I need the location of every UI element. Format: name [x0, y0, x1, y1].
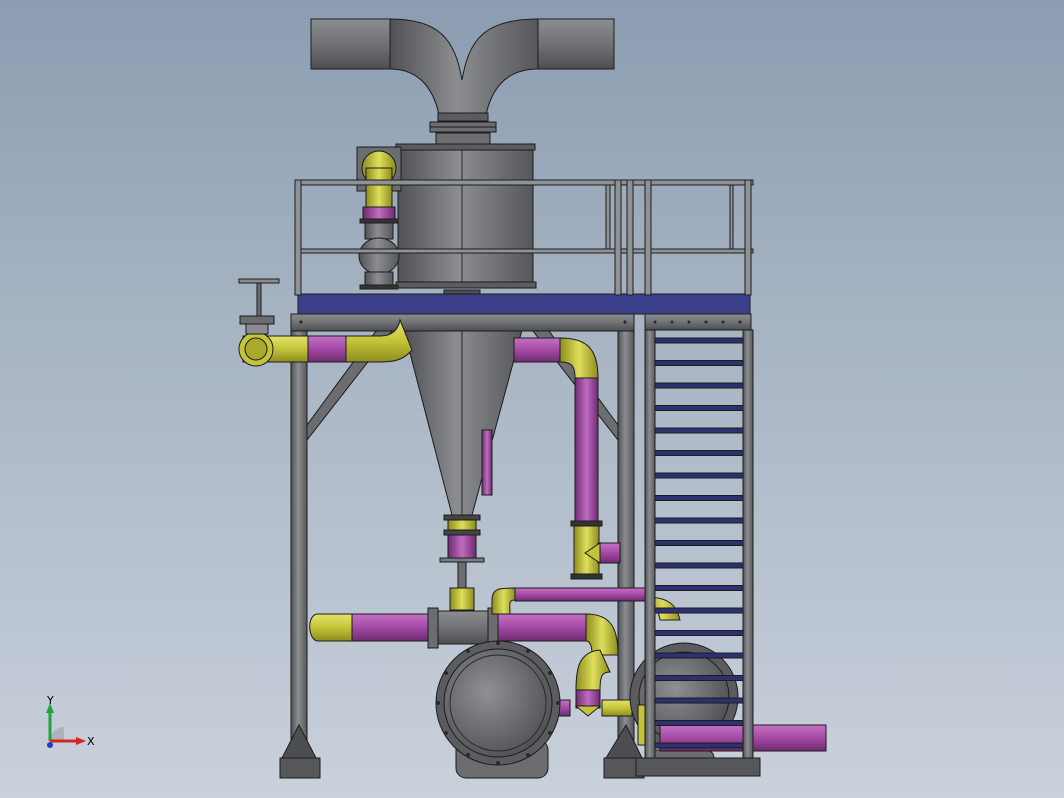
stair-tread [654, 630, 744, 636]
z-axis-point [47, 742, 53, 748]
stair-tread [654, 495, 744, 501]
stair-tread [654, 562, 744, 569]
stair-tread [654, 517, 744, 524]
stair-tread [654, 675, 744, 681]
stair-tread [654, 450, 744, 456]
stair-tread [654, 337, 744, 344]
stair-tread [654, 427, 744, 434]
equipment-model[interactable] [0, 0, 1064, 798]
stair-tread [654, 360, 744, 366]
pressure-vessel[interactable] [435, 640, 561, 779]
inlet-riser-pipe [356, 146, 402, 290]
stair-tread [654, 585, 744, 591]
stair-tread [654, 697, 744, 704]
cad-viewport[interactable]: Y X [0, 0, 1064, 798]
stair-tread [654, 742, 744, 749]
x-axis-arrow [76, 737, 86, 745]
stair-tread [654, 540, 744, 546]
x-axis-label: X [87, 735, 95, 748]
stair-tread [654, 652, 744, 659]
y-axis-label: Y [46, 695, 54, 707]
stair-tread [654, 720, 744, 726]
stair-tread [654, 607, 744, 614]
triad-plane [50, 727, 64, 741]
stair-tread [654, 472, 744, 479]
stair-tread [654, 405, 744, 411]
cyclone-separator[interactable] [395, 143, 537, 611]
view-orientation-triad[interactable]: Y X [36, 695, 106, 765]
exhaust-duct [310, 18, 615, 148]
stair-tread [654, 382, 744, 389]
